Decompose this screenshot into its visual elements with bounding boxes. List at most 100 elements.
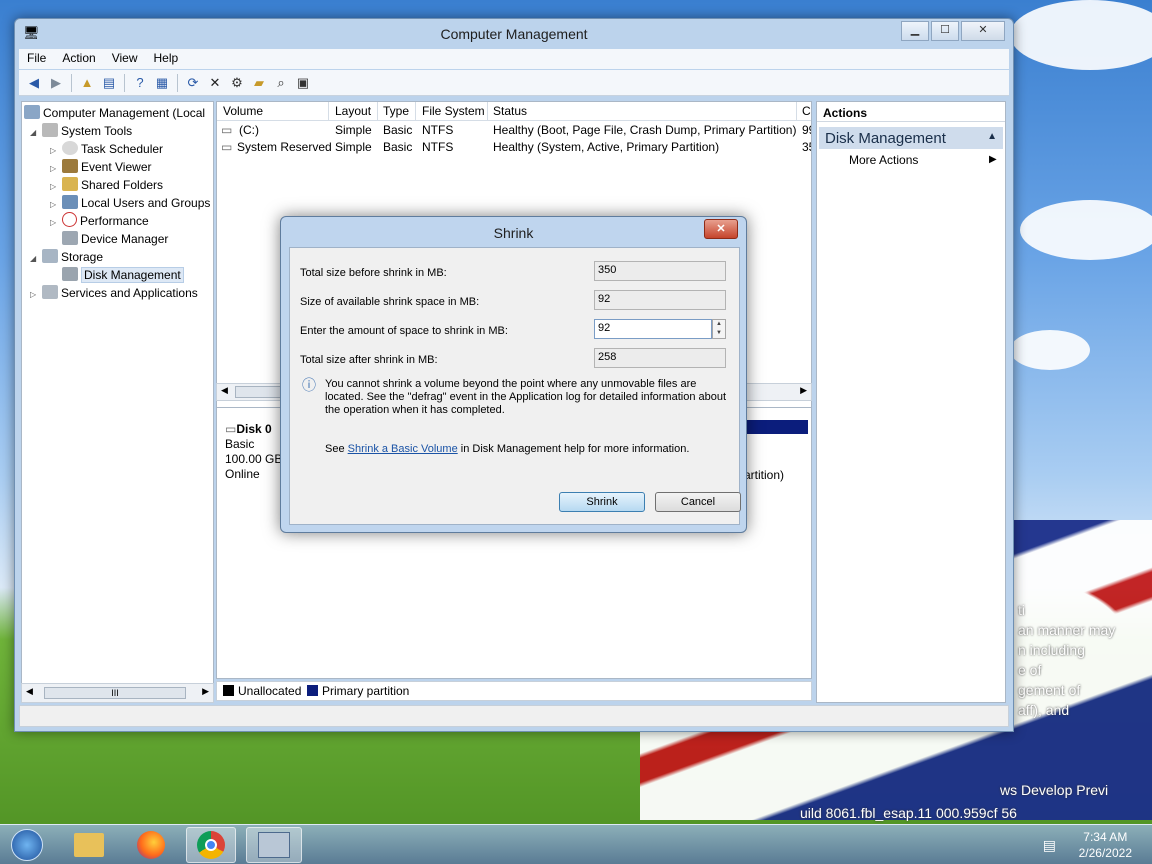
taskbar-chrome[interactable] bbox=[186, 827, 236, 863]
column-status[interactable]: Status bbox=[493, 104, 527, 118]
computer-management-icon bbox=[258, 832, 290, 858]
settings-icon[interactable]: ⚙ bbox=[228, 74, 246, 92]
disk-icon[interactable]: ▣ bbox=[294, 74, 312, 92]
tree-item-disk-management[interactable]: Disk Management bbox=[50, 266, 184, 284]
delete-icon[interactable]: ✕ bbox=[206, 74, 224, 92]
navigation-tree: Computer Management (Local ◢ System Tools… bbox=[21, 101, 214, 703]
expand-icon[interactable]: ▷ bbox=[30, 286, 42, 304]
watermark-line-2: uild 8061.fbl_esap.11 000.959cf 56 bbox=[800, 805, 1017, 821]
primary-swatch bbox=[307, 685, 318, 696]
scroll-thumb[interactable]: III bbox=[44, 687, 186, 699]
help-reference: See Shrink a Basic Volume in Disk Manage… bbox=[325, 443, 690, 455]
network-icon[interactable]: ▤ bbox=[1043, 837, 1056, 854]
taskbar: ▤ 7:34 AM 2/26/2022 bbox=[0, 824, 1152, 864]
collapse-icon[interactable]: ◢ bbox=[30, 250, 42, 268]
dialog-title: Shrink bbox=[493, 225, 534, 241]
dialog-close-button[interactable]: ✕ bbox=[704, 219, 738, 239]
spin-up-icon[interactable]: ▲ bbox=[713, 320, 725, 329]
close-button[interactable]: ✕ bbox=[961, 21, 1005, 41]
more-actions[interactable]: More Actions bbox=[849, 153, 918, 167]
forward-icon[interactable]: ▶ bbox=[47, 74, 65, 92]
disk-info[interactable]: ▭Disk 0 Basic 100.00 GB Online bbox=[225, 422, 282, 482]
windows-logo-icon bbox=[11, 829, 43, 861]
menu-file[interactable]: File bbox=[19, 49, 54, 69]
back-icon[interactable]: ◀ bbox=[25, 74, 43, 92]
menu-help[interactable]: Help bbox=[146, 49, 187, 69]
collapse-icon[interactable]: ◢ bbox=[30, 124, 42, 142]
firefox-icon bbox=[137, 831, 165, 859]
show-hide-tree-icon[interactable]: ▤ bbox=[100, 74, 118, 92]
cloud bbox=[1010, 330, 1090, 370]
info-icon: ⓘ bbox=[302, 377, 316, 393]
column-volume[interactable]: Volume bbox=[223, 104, 263, 118]
toolbar: ◀ ▶ ▲ ▤ ? ▦ ⟳ ✕ ⚙ ▰ ⌕ ▣ bbox=[19, 70, 1009, 96]
refresh-icon[interactable]: ⟳ bbox=[184, 74, 202, 92]
partition-bar[interactable] bbox=[742, 420, 808, 434]
label-total-after: Total size after shrink in MB: bbox=[300, 354, 438, 366]
chrome-icon bbox=[197, 831, 225, 859]
tree-root[interactable]: Computer Management (Local bbox=[24, 104, 205, 122]
shrink-amount-input[interactable]: 92 bbox=[594, 319, 712, 339]
scroll-right-icon[interactable]: ▶ bbox=[202, 686, 209, 697]
storage-icon bbox=[42, 249, 58, 263]
disk-name: Disk 0 bbox=[236, 422, 272, 436]
scroll-right-icon[interactable]: ▶ bbox=[800, 385, 807, 396]
tree-item-storage[interactable]: ◢ Storage bbox=[30, 248, 103, 266]
tree-item-shared-folders[interactable]: ▷ Shared Folders bbox=[50, 176, 163, 194]
shared-folder-icon bbox=[62, 177, 78, 191]
tree-item-performance[interactable]: ▷ Performance bbox=[50, 212, 149, 230]
shrink-amount-stepper[interactable]: ▲ ▼ bbox=[712, 319, 726, 339]
clock-time: 7:34 AM bbox=[1083, 830, 1128, 844]
table-row[interactable]: ▭ System Reserved Simple Basic NTFS Heal… bbox=[217, 139, 811, 156]
tree-item-task-scheduler[interactable]: ▷ Task Scheduler bbox=[50, 140, 163, 158]
dialog-body: Total size before shrink in MB: 350 Size… bbox=[289, 247, 741, 525]
column-type[interactable]: Type bbox=[383, 104, 409, 118]
tree-horizontal-scrollbar[interactable]: ◀ III ▶ bbox=[21, 683, 214, 703]
tree-item-system-tools[interactable]: ◢ System Tools bbox=[30, 122, 132, 140]
taskbar-computer-management[interactable] bbox=[246, 827, 302, 863]
legend: Unallocated Primary partition bbox=[216, 681, 812, 701]
tree-item-device-manager[interactable]: Device Manager bbox=[50, 230, 168, 248]
tree-item-event-viewer[interactable]: ▷ Event Viewer bbox=[50, 158, 151, 176]
help-link[interactable]: Shrink a Basic Volume bbox=[348, 443, 458, 455]
scroll-left-icon[interactable]: ◀ bbox=[221, 385, 228, 396]
users-icon bbox=[62, 195, 78, 209]
actions-section-disk-management[interactable]: Disk Management ▲ bbox=[819, 127, 1003, 149]
taskbar-explorer[interactable] bbox=[64, 827, 114, 863]
collapse-icon[interactable]: ▲ bbox=[987, 131, 997, 142]
legend-primary: Primary partition bbox=[322, 684, 410, 698]
label-available-shrink: Size of available shrink space in MB: bbox=[300, 296, 480, 308]
open-folder-icon[interactable]: ▰ bbox=[250, 74, 268, 92]
start-button[interactable] bbox=[2, 827, 52, 863]
column-file-system[interactable]: File System bbox=[422, 104, 485, 118]
taskbar-firefox[interactable] bbox=[126, 827, 176, 863]
status-bar bbox=[19, 705, 1009, 727]
desktop-side-text: ti an manner may n including e of gement… bbox=[1018, 602, 1116, 718]
properties-icon[interactable]: ▦ bbox=[153, 74, 171, 92]
tree-item-services-apps[interactable]: ▷ Services and Applications bbox=[30, 284, 198, 302]
title-bar[interactable]: 🖥 Computer Management ▁ ☐ ✕ bbox=[15, 19, 1013, 49]
column-capacity[interactable]: C bbox=[802, 104, 811, 118]
tree-item-local-users[interactable]: ▷ Local Users and Groups bbox=[50, 194, 210, 212]
minimize-button[interactable]: ▁ bbox=[901, 21, 929, 41]
maximize-button[interactable]: ☐ bbox=[931, 21, 959, 41]
drive-icon: ▭ bbox=[221, 140, 233, 154]
help-icon[interactable]: ? bbox=[131, 74, 149, 92]
clock[interactable]: 7:34 AM 2/26/2022 bbox=[1079, 829, 1132, 861]
cancel-button[interactable]: Cancel bbox=[655, 492, 741, 512]
spin-down-icon[interactable]: ▼ bbox=[713, 329, 725, 338]
up-folder-icon[interactable]: ▲ bbox=[78, 74, 96, 92]
search-icon[interactable]: ⌕ bbox=[272, 74, 290, 92]
performance-icon bbox=[62, 212, 77, 227]
scroll-left-icon[interactable]: ◀ bbox=[26, 686, 33, 697]
shrink-dialog: Shrink ✕ Total size before shrink in MB:… bbox=[280, 216, 747, 533]
partition-label[interactable]: artition) bbox=[744, 468, 784, 482]
total-after-value: 258 bbox=[594, 348, 726, 368]
shrink-button[interactable]: Shrink bbox=[559, 492, 645, 512]
column-layout[interactable]: Layout bbox=[335, 104, 371, 118]
menu-action[interactable]: Action bbox=[54, 49, 103, 69]
disk-state: Online bbox=[225, 467, 260, 481]
table-row[interactable]: ▭ (C:) Simple Basic NTFS Healthy (Boot, … bbox=[217, 122, 811, 139]
menu-view[interactable]: View bbox=[104, 49, 146, 69]
folder-icon bbox=[74, 833, 104, 857]
